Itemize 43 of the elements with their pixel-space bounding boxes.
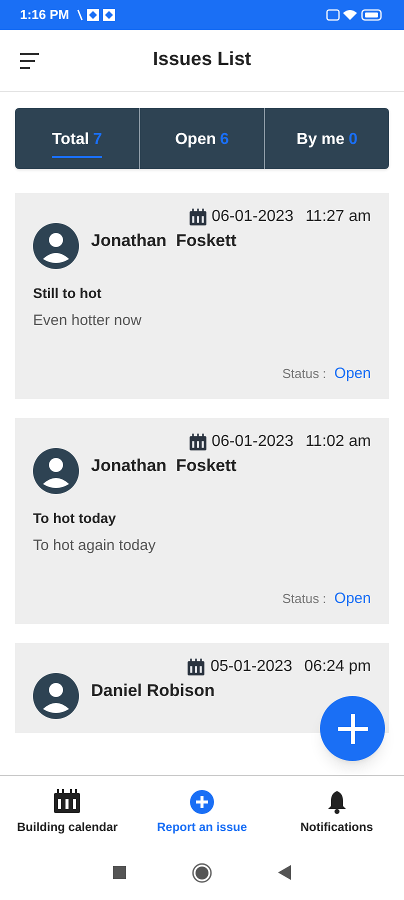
- issue-card[interactable]: 05-01-2023 06:24 pm Daniel Robison: [15, 643, 389, 733]
- issue-title: To hot today: [33, 509, 117, 528]
- issue-date: 05-01-2023: [210, 657, 292, 677]
- avatar-icon: [33, 673, 79, 719]
- avatar-icon: [33, 223, 79, 269]
- filter-tab[interactable]: By me 0: [296, 120, 358, 158]
- add-icon: [190, 790, 214, 814]
- menu-button[interactable]: [20, 52, 40, 68]
- notification-icons: [77, 8, 118, 22]
- plus-icon: [336, 712, 368, 744]
- issue-card[interactable]: 06-01-2023 11:02 am Jonathan Foskett To hot today To hot again today Status : Open: [15, 418, 389, 624]
- back-icon[interactable]: [278, 865, 291, 880]
- status-value: Open: [334, 364, 371, 384]
- issue-description: Even hotter now: [33, 311, 142, 331]
- issue-time: 11:27 am: [305, 207, 371, 227]
- status-label: Status :: [282, 590, 326, 608]
- calendar-icon: [53, 788, 82, 814]
- bell-icon: [326, 790, 347, 814]
- nav-tab[interactable]: Notifications: [269, 786, 404, 836]
- system-status-icons: [326, 8, 384, 22]
- status-label: Status :: [282, 365, 326, 383]
- issue-time: 11:02 am: [305, 432, 371, 452]
- nav-tab[interactable]: Building calendar: [0, 786, 135, 836]
- avatar-icon: [33, 448, 79, 494]
- calendar-icon: [188, 432, 208, 452]
- issue-description: To hot again today: [33, 536, 157, 556]
- filter-tab[interactable]: Total 7: [52, 120, 102, 158]
- reporter-name: Jonathan Foskett: [91, 455, 236, 478]
- home-icon[interactable]: [192, 862, 212, 882]
- issue-date: 06-01-2023: [212, 207, 294, 227]
- issue-title: Still to hot: [33, 284, 102, 303]
- issue-card[interactable]: 06-01-2023 11:27 am Jonathan Foskett Still to hot Even hotter now Status : Open: [15, 193, 389, 399]
- calendar-icon: [186, 657, 206, 677]
- reporter-name: Daniel Robison: [91, 680, 215, 702]
- issue-time: 06:24 pm: [304, 657, 371, 677]
- status-time: 1:16 PM: [20, 6, 70, 24]
- calendar-icon: [188, 207, 208, 227]
- nav-tab[interactable]: Report an issue: [134, 786, 270, 836]
- page-title: Issues List: [152, 48, 252, 72]
- status-value: Open: [334, 588, 371, 608]
- filter-tab[interactable]: Open 6: [175, 120, 229, 158]
- issue-date: 06-01-2023: [212, 432, 294, 452]
- reporter-name: Jonathan Foskett: [91, 230, 236, 252]
